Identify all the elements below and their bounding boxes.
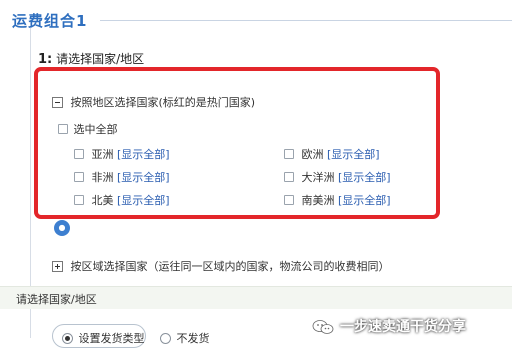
watermark-text: 一步速卖通干货分享 [340,319,466,335]
radio-no-shipping[interactable]: 不发货 [160,330,210,346]
radio-button[interactable] [62,332,73,344]
zone-toggle[interactable]: 按区域选择国家（运往同一区域内的国家，物流公司的收费相同） [52,258,390,274]
marker-icon: ● [54,220,70,236]
zone-toggle-label: 按区域选择国家（运往同一区域内的国家，物流公司的收费相同） [70,260,390,273]
wechat-icon [312,320,334,334]
group-title: 运费组合1 [12,12,88,30]
radio-set-shipping-type[interactable]: 设置发货类型 [62,330,145,346]
radio-button[interactable] [160,332,171,344]
radio-label: 不发货 [176,332,210,345]
step-number: 1: [38,52,53,67]
section-label: 请选择国家/地区 [16,293,97,306]
section-header: 请选择国家/地区 [0,286,512,309]
radio-label: 设置发货类型 [78,332,145,345]
step-text: 请选择国家/地区 [56,52,145,66]
watermark: 一步速卖通干货分享 [312,316,466,336]
highlight-frame [34,67,440,219]
step-label: 1: 请选择国家/地区 [38,50,144,67]
title-divider [100,20,512,21]
expand-icon[interactable] [52,260,63,272]
